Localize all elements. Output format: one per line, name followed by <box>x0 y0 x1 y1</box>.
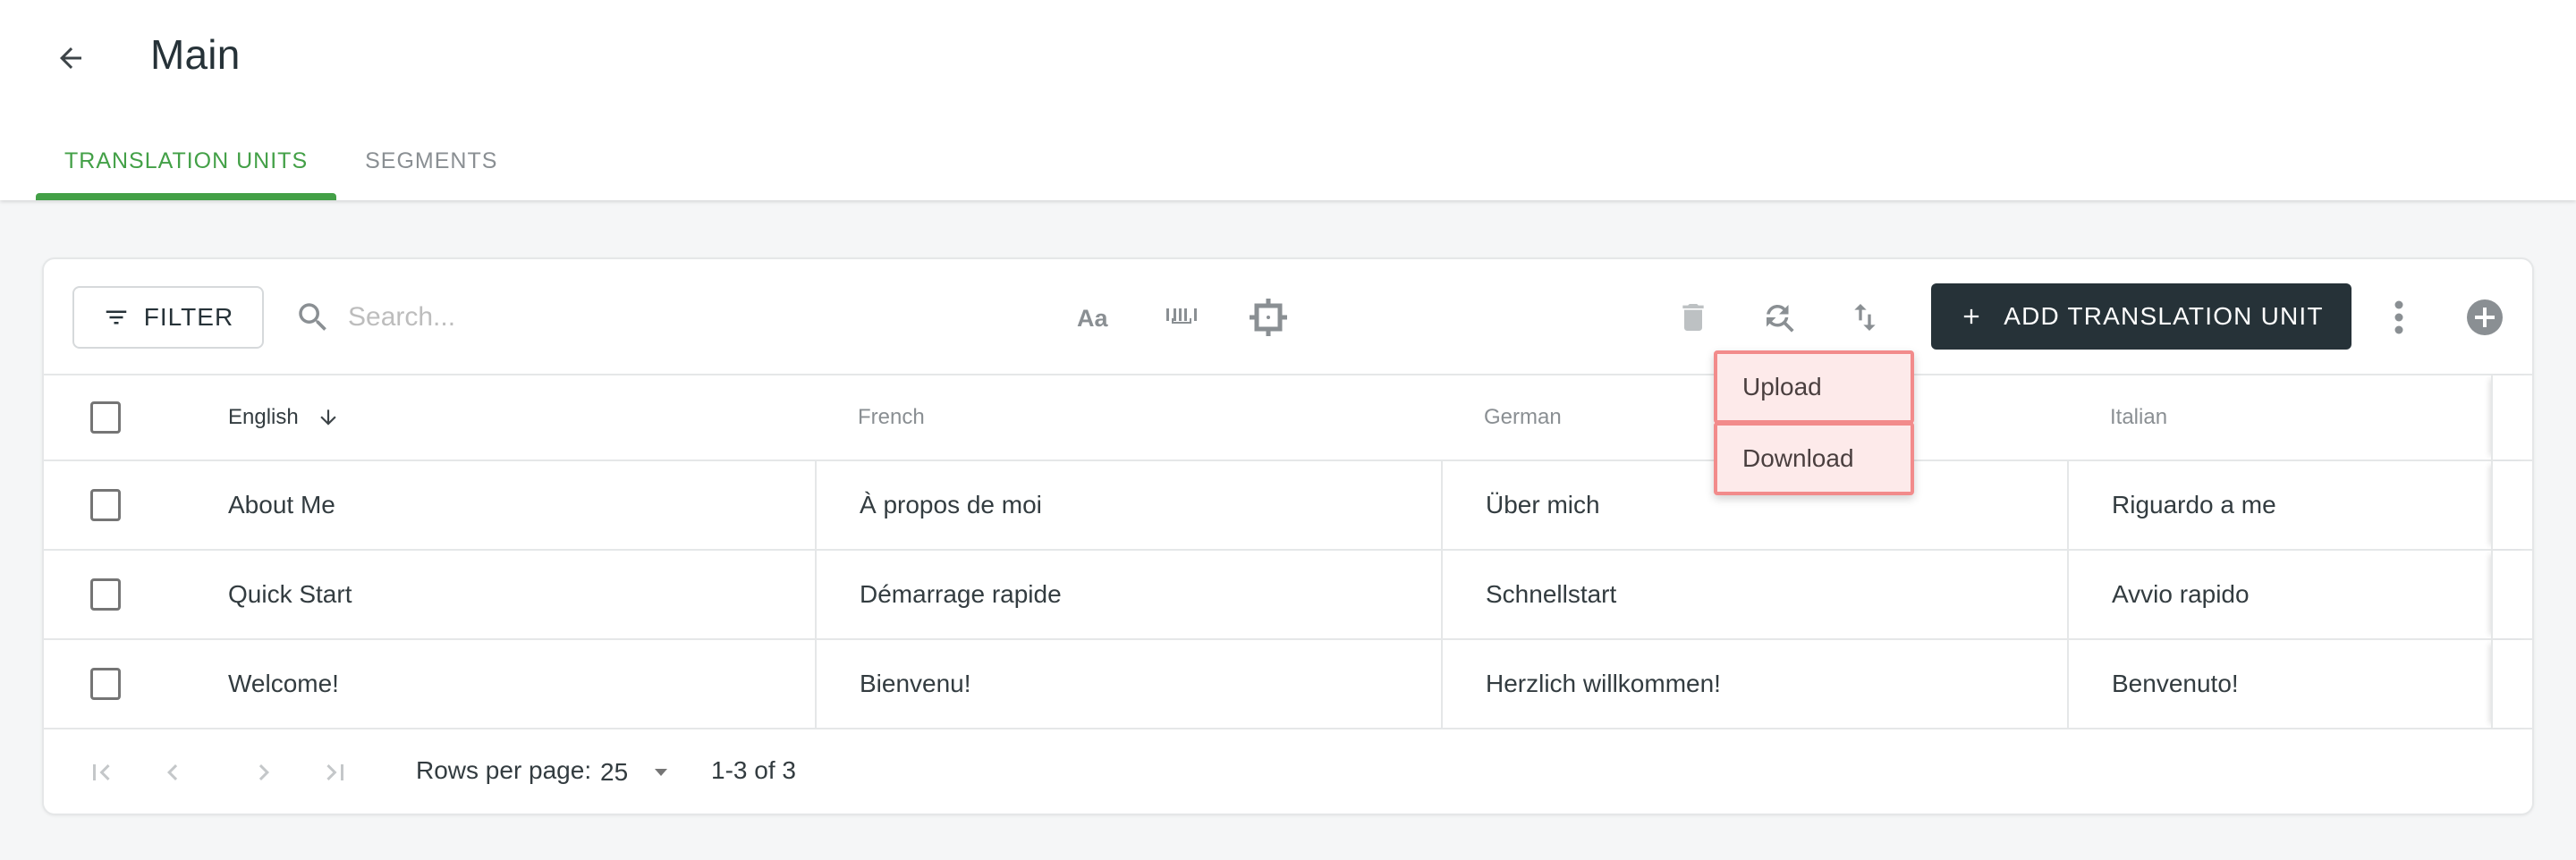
plus-icon <box>1964 308 1979 325</box>
tab-translation-units[interactable]: TRANSLATION UNITS <box>36 132 337 200</box>
search-box <box>294 286 741 349</box>
cell-german[interactable]: Schnellstart <box>1441 551 2067 638</box>
row-checkbox[interactable] <box>90 489 121 521</box>
cell-french[interactable]: À propos de moi <box>815 461 1441 549</box>
cell-english[interactable]: Welcome! <box>142 640 815 728</box>
focus-crop-icon <box>1250 299 1287 336</box>
filter-icon <box>106 310 127 325</box>
whitespace-icon <box>1166 308 1197 324</box>
svg-text:Aa: Aa <box>1077 305 1108 331</box>
search-icon <box>299 303 326 331</box>
tab-segments[interactable]: SEGMENTS <box>336 132 526 200</box>
row-checkbox[interactable] <box>90 668 121 700</box>
whitespace-button[interactable] <box>1156 291 1209 344</box>
filter-button[interactable]: FILTER <box>72 286 264 349</box>
add-circle-icon <box>2467 299 2503 335</box>
import-export-button[interactable] <box>1838 291 1892 344</box>
select-all-checkbox[interactable] <box>90 401 121 434</box>
translation-units-table: English French German Italian About Me À… <box>44 375 2532 729</box>
cell-italian[interactable]: Avvio rapido <box>2067 551 2491 638</box>
pagination-bar: Rows per page: 25 1-3 of 3 <box>44 729 2532 814</box>
import-export-icon <box>1854 304 1876 331</box>
find-replace-button[interactable] <box>1752 291 1806 344</box>
row-actions-cell <box>2491 461 2532 549</box>
cell-italian[interactable]: Benvenuto! <box>2067 640 2491 728</box>
first-page-icon <box>93 764 110 780</box>
back-button[interactable] <box>48 36 93 80</box>
dropdown-arrow-icon <box>655 769 668 776</box>
column-header-english[interactable]: English <box>142 375 815 460</box>
menu-item-download[interactable]: Download <box>1714 422 1914 495</box>
more-options-button[interactable] <box>2372 291 2426 344</box>
add-translation-unit-label: ADD TRANSLATION UNIT <box>2004 302 2324 330</box>
menu-item-upload[interactable]: Upload <box>1714 350 1914 424</box>
find-replace-icon <box>1767 305 1794 333</box>
arrow-left-icon <box>60 47 81 69</box>
cell-english[interactable]: About Me <box>142 461 815 549</box>
column-header-french[interactable]: French <box>815 375 1441 460</box>
row-actions-cell <box>2491 551 2532 638</box>
text-case-icon: Aa <box>1077 305 1108 331</box>
rows-per-page-select[interactable]: 25 <box>600 753 669 792</box>
select-all-cell <box>44 375 142 460</box>
page-title: Main <box>150 31 241 78</box>
filter-label: FILTER <box>143 303 234 331</box>
delete-button[interactable] <box>1666 291 1720 344</box>
row-select-cell <box>44 551 142 638</box>
match-case-button[interactable]: Aa <box>1070 291 1123 344</box>
add-translation-unit-button[interactable]: ADD TRANSLATION UNIT <box>1931 283 2351 350</box>
column-header-label: English <box>228 405 299 429</box>
column-header-italian[interactable]: Italian <box>2067 375 2491 460</box>
page-header: Main TRANSLATION UNITS SEGMENTS <box>0 0 2576 200</box>
translation-units-card: FILTER Aa ADD TRANSLATION UNIT <box>42 257 2534 815</box>
toolbar: FILTER Aa ADD TRANSLATION UNIT <box>44 259 2532 375</box>
delete-icon <box>1682 304 1704 331</box>
column-header-actions <box>2491 375 2532 460</box>
cell-italian[interactable]: Riguardo a me <box>2067 461 2491 549</box>
row-checkbox[interactable] <box>90 578 121 611</box>
pagination-range: 1-3 of 3 <box>711 756 796 784</box>
last-page-icon <box>326 764 343 780</box>
search-input[interactable] <box>348 302 724 333</box>
cell-german[interactable]: Herzlich willkommen! <box>1441 640 2067 728</box>
rows-per-page-value: 25 <box>600 758 629 786</box>
row-select-cell <box>44 640 142 728</box>
import-export-menu: Upload Download <box>1714 350 1914 495</box>
more-vert-icon <box>2394 300 2403 334</box>
focus-button[interactable] <box>1241 291 1295 344</box>
table-row[interactable]: Quick Start Démarrage rapide Schnellstar… <box>44 551 2532 640</box>
table-header-row: English French German Italian <box>44 375 2532 461</box>
chevron-left-icon <box>167 764 178 780</box>
chevron-right-icon <box>258 764 269 780</box>
rows-per-page-label: Rows per page: <box>416 756 592 784</box>
add-column-button[interactable] <box>2458 291 2512 344</box>
previous-page-button[interactable] <box>155 755 191 790</box>
table-row[interactable]: About Me À propos de moi Über mich Rigua… <box>44 461 2532 551</box>
first-page-button[interactable] <box>83 755 119 790</box>
cell-french[interactable]: Bienvenu! <box>815 640 1441 728</box>
last-page-button[interactable] <box>318 755 353 790</box>
cell-french[interactable]: Démarrage rapide <box>815 551 1441 638</box>
row-select-cell <box>44 461 142 549</box>
sort-arrow-down-icon <box>320 409 336 426</box>
cell-english[interactable]: Quick Start <box>142 551 815 638</box>
row-actions-cell <box>2491 640 2532 728</box>
tab-bar: TRANSLATION UNITS SEGMENTS <box>36 132 526 200</box>
table-row[interactable]: Welcome! Bienvenu! Herzlich willkommen! … <box>44 640 2532 729</box>
next-page-button[interactable] <box>246 755 282 790</box>
